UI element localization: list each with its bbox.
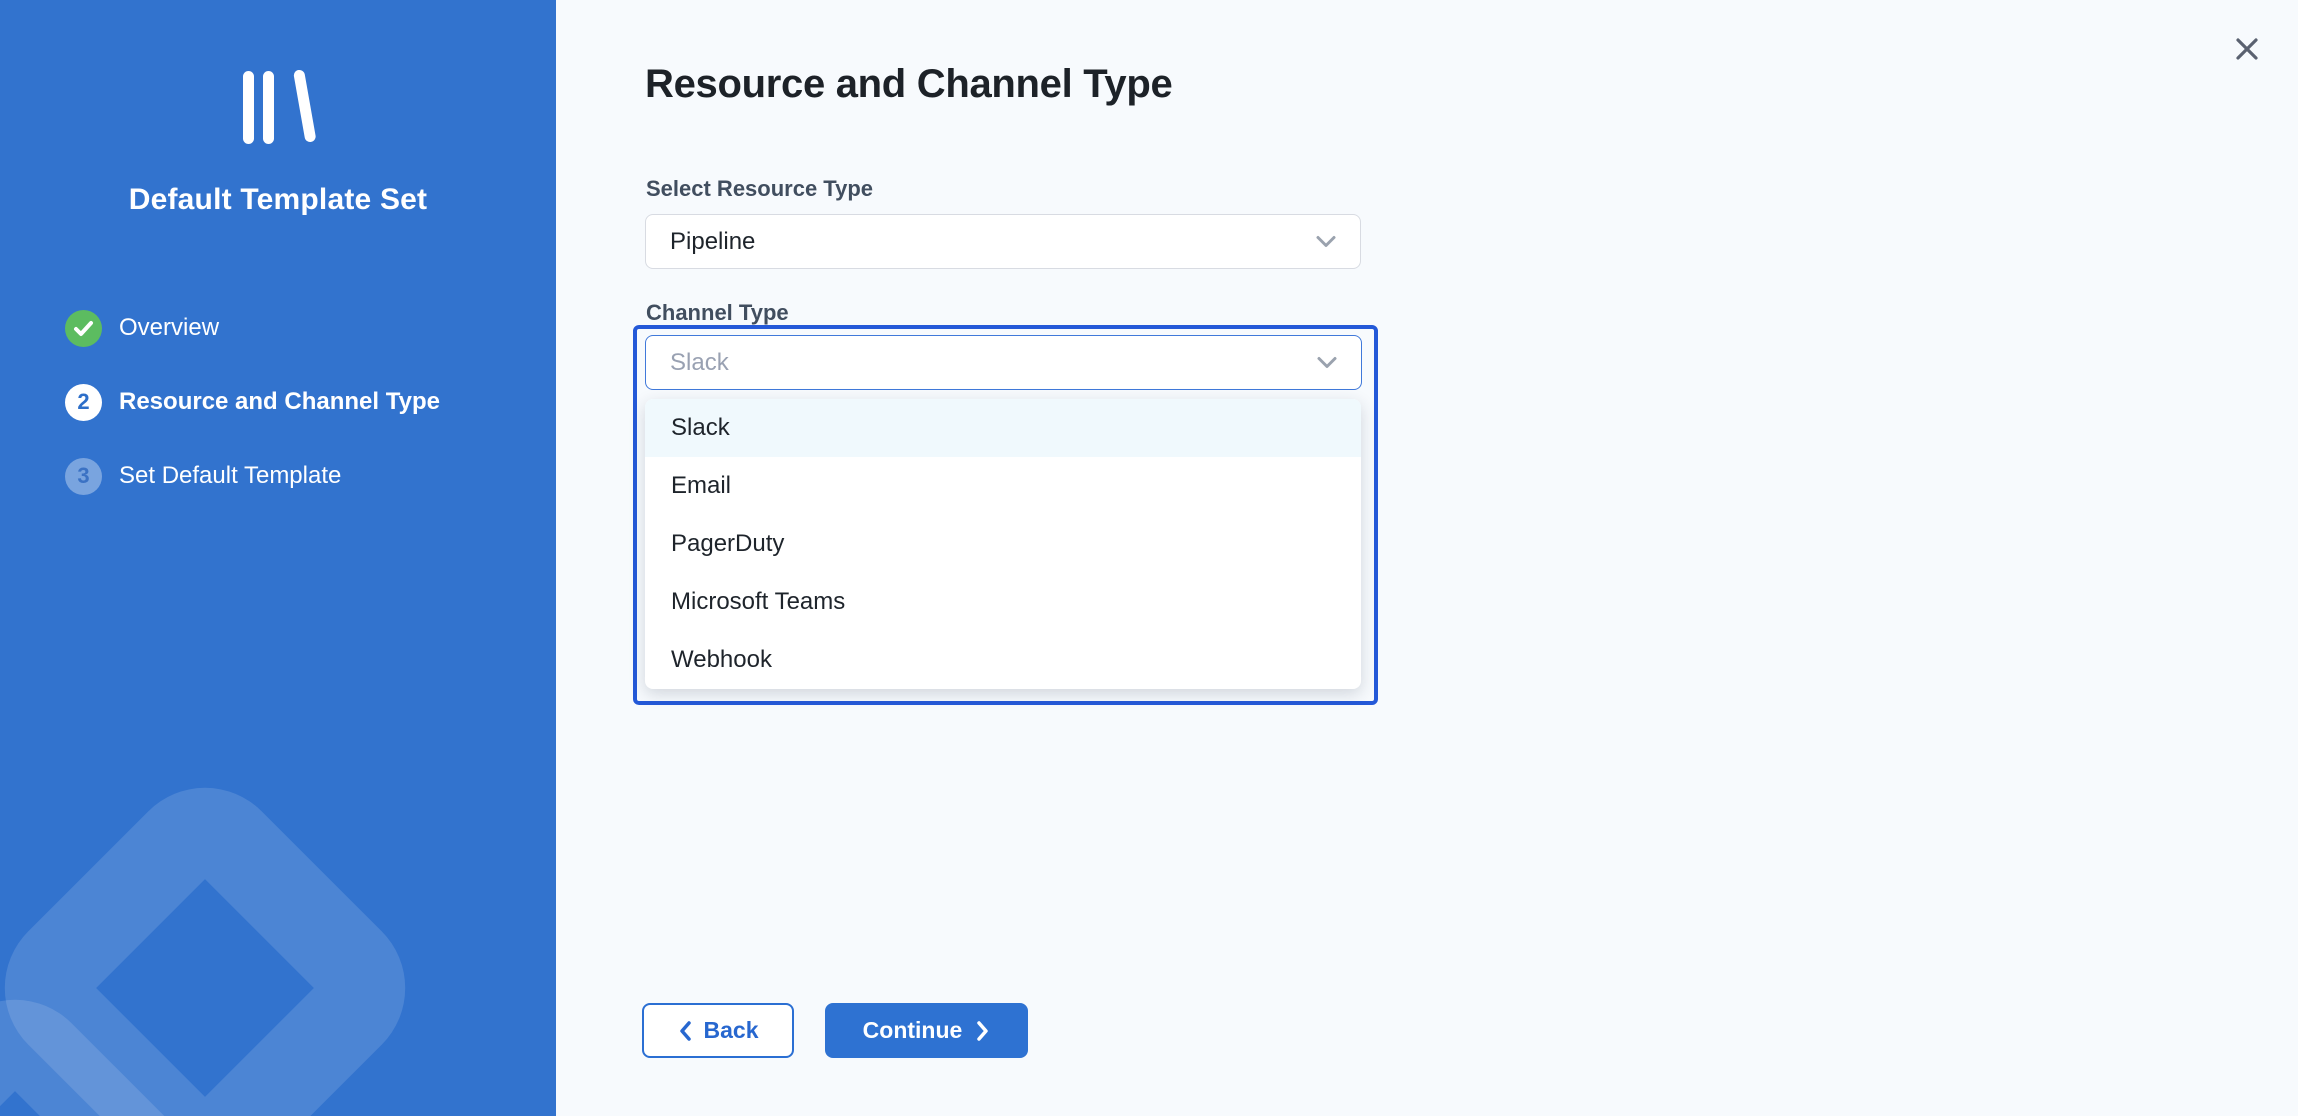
channel-type-dropdown-menu: Slack Email PagerDuty Microsoft Teams We… xyxy=(645,399,1361,689)
step-complete-check-icon xyxy=(65,310,102,347)
channel-type-placeholder: Slack xyxy=(646,349,729,377)
option-webhook[interactable]: Webhook xyxy=(645,631,1361,689)
chevron-left-icon xyxy=(678,1020,692,1042)
step-label: Set Default Template xyxy=(119,462,341,490)
option-microsoft-teams[interactable]: Microsoft Teams xyxy=(645,573,1361,631)
resource-type-label: Select Resource Type xyxy=(646,176,873,202)
channel-type-select[interactable]: Slack xyxy=(645,335,1362,390)
back-button-label: Back xyxy=(704,1017,759,1044)
page-title: Resource and Channel Type xyxy=(645,62,1172,107)
wizard-title: Default Template Set xyxy=(0,183,556,217)
chevron-right-icon xyxy=(976,1020,990,1042)
step-number-badge: 3 xyxy=(65,458,102,495)
books-logo-icon xyxy=(243,71,313,145)
step-overview[interactable]: Overview xyxy=(65,309,219,347)
option-pagerduty[interactable]: PagerDuty xyxy=(645,515,1361,573)
close-button[interactable] xyxy=(2227,31,2267,71)
chevron-down-icon xyxy=(1314,234,1338,249)
resource-type-value: Pipeline xyxy=(646,228,755,256)
chevron-down-icon xyxy=(1315,355,1339,370)
step-set-default-template[interactable]: 3 Set Default Template xyxy=(65,457,341,495)
back-button[interactable]: Back xyxy=(642,1003,794,1058)
option-slack[interactable]: Slack xyxy=(645,399,1361,457)
option-email[interactable]: Email xyxy=(645,457,1361,515)
template-set-wizard-modal: Default Template Set Overview 2 Resource… xyxy=(0,0,2298,1116)
resource-type-select[interactable]: Pipeline xyxy=(645,214,1361,269)
sidebar-watermark-pattern xyxy=(0,0,556,1116)
step-number-badge: 2 xyxy=(65,384,102,421)
step-resource-and-channel-type[interactable]: 2 Resource and Channel Type xyxy=(65,383,440,421)
close-icon xyxy=(2233,35,2261,68)
wizard-sidebar: Default Template Set Overview 2 Resource… xyxy=(0,0,556,1116)
step-label: Resource and Channel Type xyxy=(119,388,440,416)
continue-button-label: Continue xyxy=(863,1017,963,1044)
step-label: Overview xyxy=(119,314,219,342)
channel-type-label: Channel Type xyxy=(646,300,789,326)
continue-button[interactable]: Continue xyxy=(825,1003,1028,1058)
